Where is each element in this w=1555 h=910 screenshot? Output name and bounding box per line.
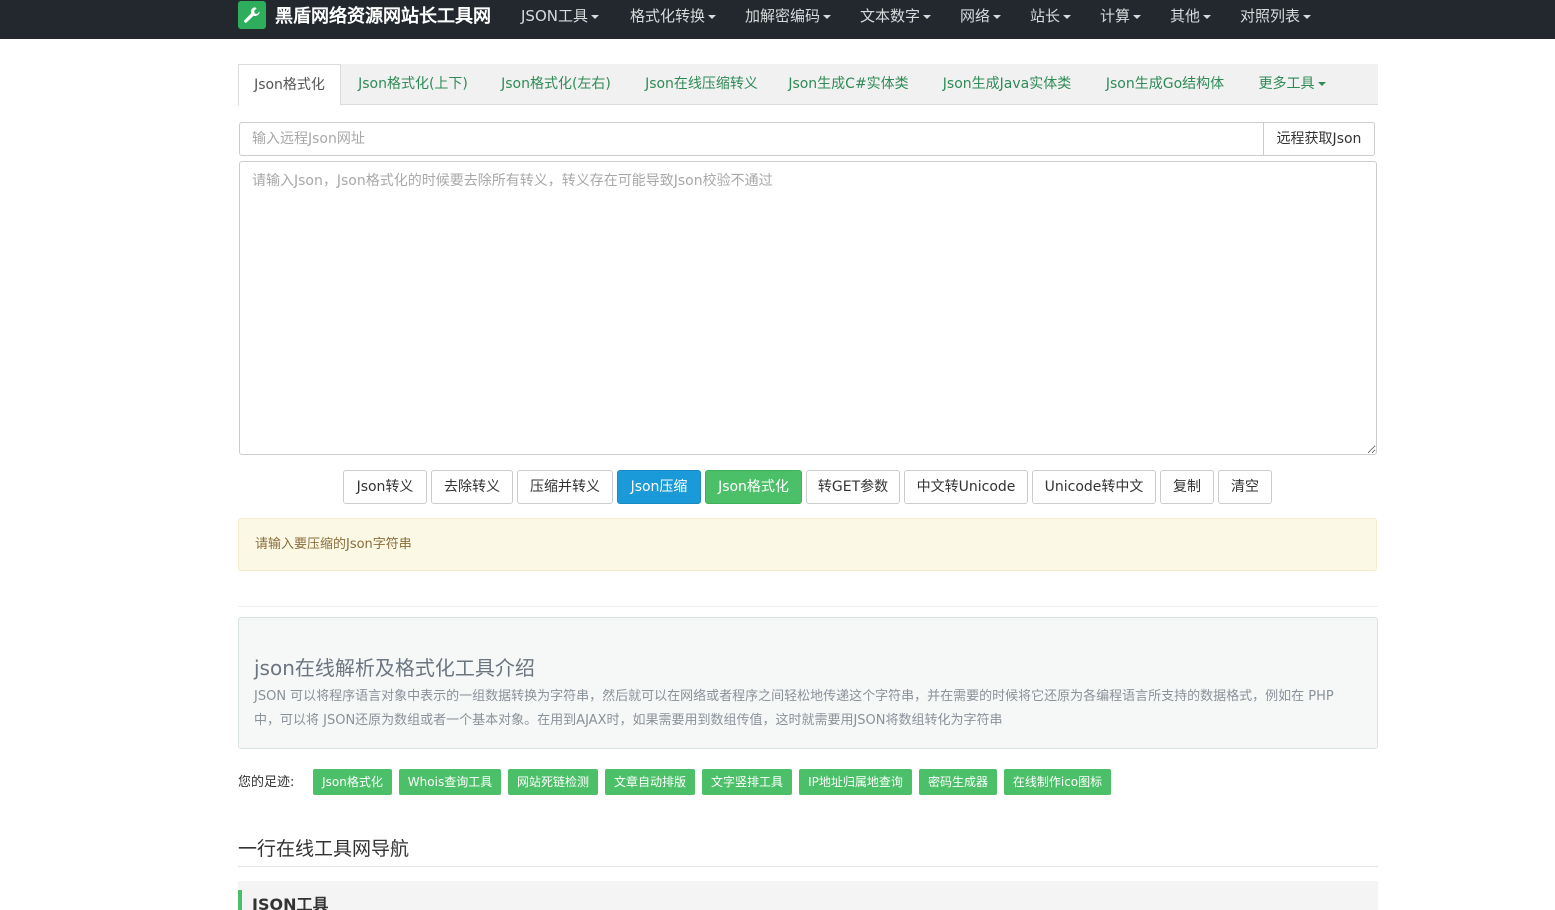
tab-json-format-vertical[interactable]: Json格式化(上下) — [348, 64, 478, 105]
caret-down-icon — [1063, 14, 1072, 19]
nav-webmaster[interactable]: 站长 — [1030, 5, 1072, 26]
brand-link[interactable]: 黑盾网络资源网站长工具网 — [238, 1, 491, 29]
tab-json-to-java[interactable]: Json生成Java实体类 — [932, 64, 1082, 105]
json-escape-button[interactable]: Json转义 — [343, 470, 427, 504]
nav-label: 对照列表 — [1240, 7, 1301, 25]
intro-text: JSON 可以将程序语言对象中表示的一组数据转换为字符串，然后就可以在网络或者程… — [254, 689, 1334, 728]
brand-title: 黑盾网络资源网站长工具网 — [275, 6, 491, 27]
footprint-tag[interactable]: IP地址归属地查询 — [799, 769, 912, 795]
caret-down-icon — [708, 14, 717, 19]
to-get-params-button[interactable]: 转GET参数 — [806, 470, 900, 504]
nav-reference-lists[interactable]: 对照列表 — [1240, 5, 1312, 26]
top-navbar: 黑盾网络资源网站长工具网 JSON工具 格式化转换 加解密编码 文本数字 网络 … — [0, 0, 1555, 39]
intro-panel: json在线解析及格式化工具介绍 JSON 可以将程序语言对象中表示的一组数据转… — [238, 617, 1378, 749]
remote-json-url-input[interactable] — [239, 122, 1264, 156]
nav-encrypt-encode[interactable]: 加解密编码 — [745, 5, 832, 26]
nav-format-convert[interactable]: 格式化转换 — [630, 5, 717, 26]
category-header: JSON工具 — [238, 881, 1378, 910]
nav-label: 文本数字 — [860, 7, 921, 25]
tab-json-compress-escape[interactable]: Json在线压缩转义 — [634, 64, 769, 105]
nav-calculate[interactable]: 计算 — [1100, 5, 1142, 26]
footprint-tag[interactable]: 文章自动排版 — [605, 769, 695, 795]
nav-label: JSON工具 — [521, 7, 588, 25]
tab-more-tools[interactable]: 更多工具 — [1248, 64, 1336, 105]
nav-other[interactable]: 其他 — [1170, 5, 1212, 26]
caret-down-icon — [1133, 14, 1142, 19]
footprint-tag[interactable]: 网站死链检测 — [508, 769, 598, 795]
remove-escape-button[interactable]: 去除转义 — [431, 470, 513, 504]
wrench-icon — [238, 1, 266, 29]
fetch-remote-json-button[interactable]: 远程获取Json — [1263, 122, 1375, 156]
caret-down-icon — [1203, 14, 1212, 19]
footprint-tag[interactable]: 密码生成器 — [919, 769, 997, 795]
nav-json-tools[interactable]: JSON工具 — [521, 5, 599, 26]
caret-down-icon — [923, 14, 932, 19]
nav-text-number[interactable]: 文本数字 — [860, 5, 932, 26]
category-accent-bar — [238, 890, 242, 910]
caret-down-icon — [823, 14, 832, 19]
tab-label: 更多工具 — [1258, 76, 1315, 92]
caret-down-icon — [1303, 14, 1312, 19]
tab-json-to-go[interactable]: Json生成Go结构体 — [1096, 64, 1234, 105]
nav-label: 网络 — [960, 7, 991, 25]
tab-json-format-horizontal[interactable]: Json格式化(左右) — [491, 64, 621, 105]
footprint-tag[interactable]: Json格式化 — [313, 769, 392, 795]
json-input-textarea[interactable] — [239, 161, 1377, 455]
category-title: JSON工具 — [252, 895, 329, 910]
nav-label: 计算 — [1100, 7, 1131, 25]
footprint-tag[interactable]: 在线制作ico图标 — [1004, 769, 1111, 795]
nav-network[interactable]: 网络 — [960, 5, 1002, 26]
section-divider — [238, 866, 1378, 867]
site-nav-title: 一行在线工具网导航 — [238, 838, 410, 860]
caret-down-icon — [993, 14, 1002, 19]
tool-tabs: Json格式化 Json格式化(上下) Json格式化(左右) Json在线压缩… — [238, 64, 1378, 106]
clear-button[interactable]: 清空 — [1218, 470, 1272, 504]
nav-label: 其他 — [1170, 7, 1201, 25]
footprint-tag[interactable]: Whois查询工具 — [399, 769, 501, 795]
footprint-tag[interactable]: 文字竖排工具 — [702, 769, 792, 795]
section-divider — [238, 606, 1378, 607]
tab-json-format[interactable]: Json格式化 — [238, 64, 341, 106]
caret-down-icon — [1317, 82, 1326, 86]
chinese-to-unicode-button[interactable]: 中文转Unicode — [904, 470, 1028, 504]
nav-label: 站长 — [1030, 7, 1061, 25]
nav-label: 格式化转换 — [630, 7, 706, 25]
footprint-label: 您的足迹: — [238, 775, 295, 790]
compress-escape-button[interactable]: 压缩并转义 — [517, 470, 613, 504]
tab-json-to-csharp[interactable]: Json生成C#实体类 — [781, 64, 916, 105]
status-alert: 请输入要压缩的Json字符串 — [238, 518, 1377, 571]
json-format-button[interactable]: Json格式化 — [705, 470, 802, 504]
caret-down-icon — [590, 14, 599, 19]
copy-button[interactable]: 复制 — [1160, 470, 1214, 504]
unicode-to-chinese-button[interactable]: Unicode转中文 — [1032, 470, 1156, 504]
json-compress-button[interactable]: Json压缩 — [617, 470, 701, 504]
nav-label: 加解密编码 — [745, 7, 821, 25]
intro-title: json在线解析及格式化工具介绍 — [254, 656, 535, 680]
